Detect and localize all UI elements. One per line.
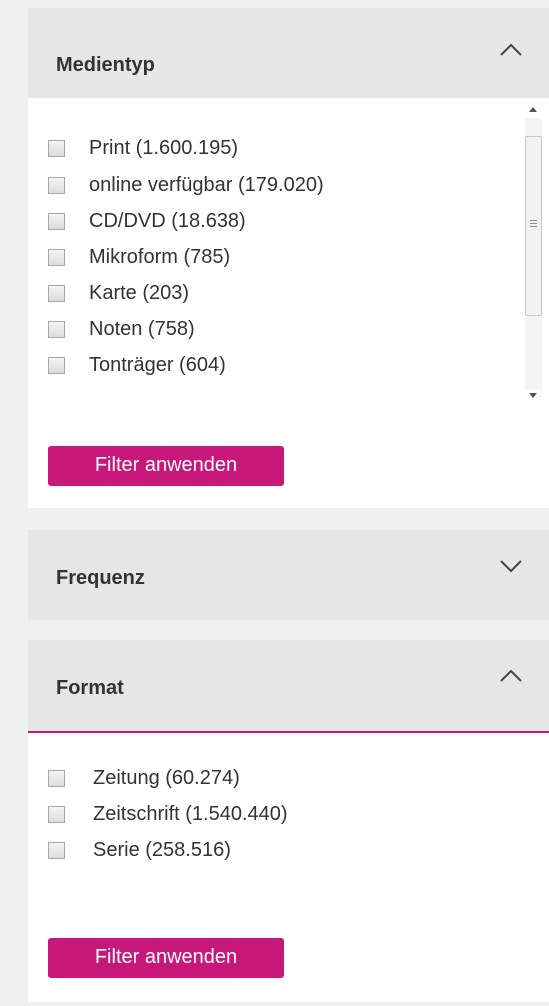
grip-line [530, 220, 537, 221]
facet-option[interactable]: Mikroform (785) [48, 243, 230, 271]
checkbox[interactable] [48, 284, 65, 302]
checkbox[interactable] [48, 356, 65, 374]
scroll-down-arrow-icon[interactable] [517, 386, 549, 404]
facet-option[interactable]: Tonträger (604) [48, 351, 226, 379]
facet-option[interactable]: Karte (203) [48, 279, 189, 307]
panel-accent-divider [28, 731, 549, 733]
apply-filter-button[interactable]: Filter anwenden [48, 938, 284, 978]
scrollbar-track[interactable] [525, 118, 542, 390]
facet-option[interactable]: Noten (758) [48, 315, 195, 343]
facet-option[interactable]: Zeitschrift (1.540.440) [48, 800, 288, 828]
facet-option-label: Noten (758) [89, 317, 195, 340]
grip-line [530, 223, 537, 224]
facet-option[interactable]: Zeitung (60.274) [48, 764, 240, 792]
checkbox[interactable] [48, 841, 65, 859]
checkbox[interactable] [48, 805, 65, 823]
facet-option[interactable]: CD/DVD (18.638) [48, 207, 246, 235]
checkbox[interactable] [48, 212, 65, 230]
chevron-up-icon[interactable] [497, 666, 525, 686]
facet-option-label: online verfügbar (179.020) [89, 173, 324, 196]
facet-option-label: Tonträger (604) [89, 353, 226, 376]
chevron-down-icon[interactable] [497, 556, 525, 576]
facet-option[interactable]: Print (1.600.195) [48, 134, 238, 162]
facet-option[interactable]: Serie (258.516) [48, 836, 231, 864]
checkbox[interactable] [48, 769, 65, 787]
facet-title: Format [56, 677, 124, 699]
facet-option-label: Mikroform (785) [89, 245, 231, 268]
facet-option-label: CD/DVD (18.638) [89, 209, 246, 232]
facet-header-frequenz[interactable]: Frequenz [28, 530, 549, 620]
options-scrollbar[interactable] [517, 98, 549, 410]
facet-title: Medientyp [56, 54, 155, 76]
apply-filter-button[interactable]: Filter anwenden [48, 446, 284, 486]
facet-header-format[interactable]: Format [28, 640, 549, 731]
facet-panel-medientyp: Medientyp Print (1.600.195) online verfü… [28, 8, 549, 508]
facet-header-medientyp[interactable]: Medientyp [28, 8, 549, 98]
checkbox[interactable] [48, 139, 65, 157]
facet-option-label: Zeitschrift (1.540.440) [93, 802, 288, 825]
scrollbar-thumb[interactable] [525, 136, 542, 316]
facet-option-label: Karte (203) [89, 281, 190, 304]
facet-title: Frequenz [56, 567, 145, 589]
facet-panel-frequenz: Frequenz [28, 530, 549, 620]
facet-option-label: Zeitung (60.274) [93, 766, 240, 789]
facet-option-label: Print (1.600.195) [89, 136, 238, 159]
facet-panel-format: Format Zeitung (60.274) Zeitschrift (1.5… [28, 640, 549, 1002]
checkbox[interactable] [48, 320, 65, 338]
facet-option-label: Serie (258.516) [93, 838, 231, 861]
grip-line [530, 226, 537, 227]
checkbox[interactable] [48, 248, 65, 266]
chevron-up-icon[interactable] [497, 40, 525, 60]
facet-column: Medientyp Print (1.600.195) online verfü… [28, 0, 549, 1006]
scroll-up-arrow-icon[interactable] [517, 100, 549, 118]
checkbox[interactable] [48, 176, 65, 194]
facet-option[interactable]: online verfügbar (179.020) [48, 171, 324, 199]
